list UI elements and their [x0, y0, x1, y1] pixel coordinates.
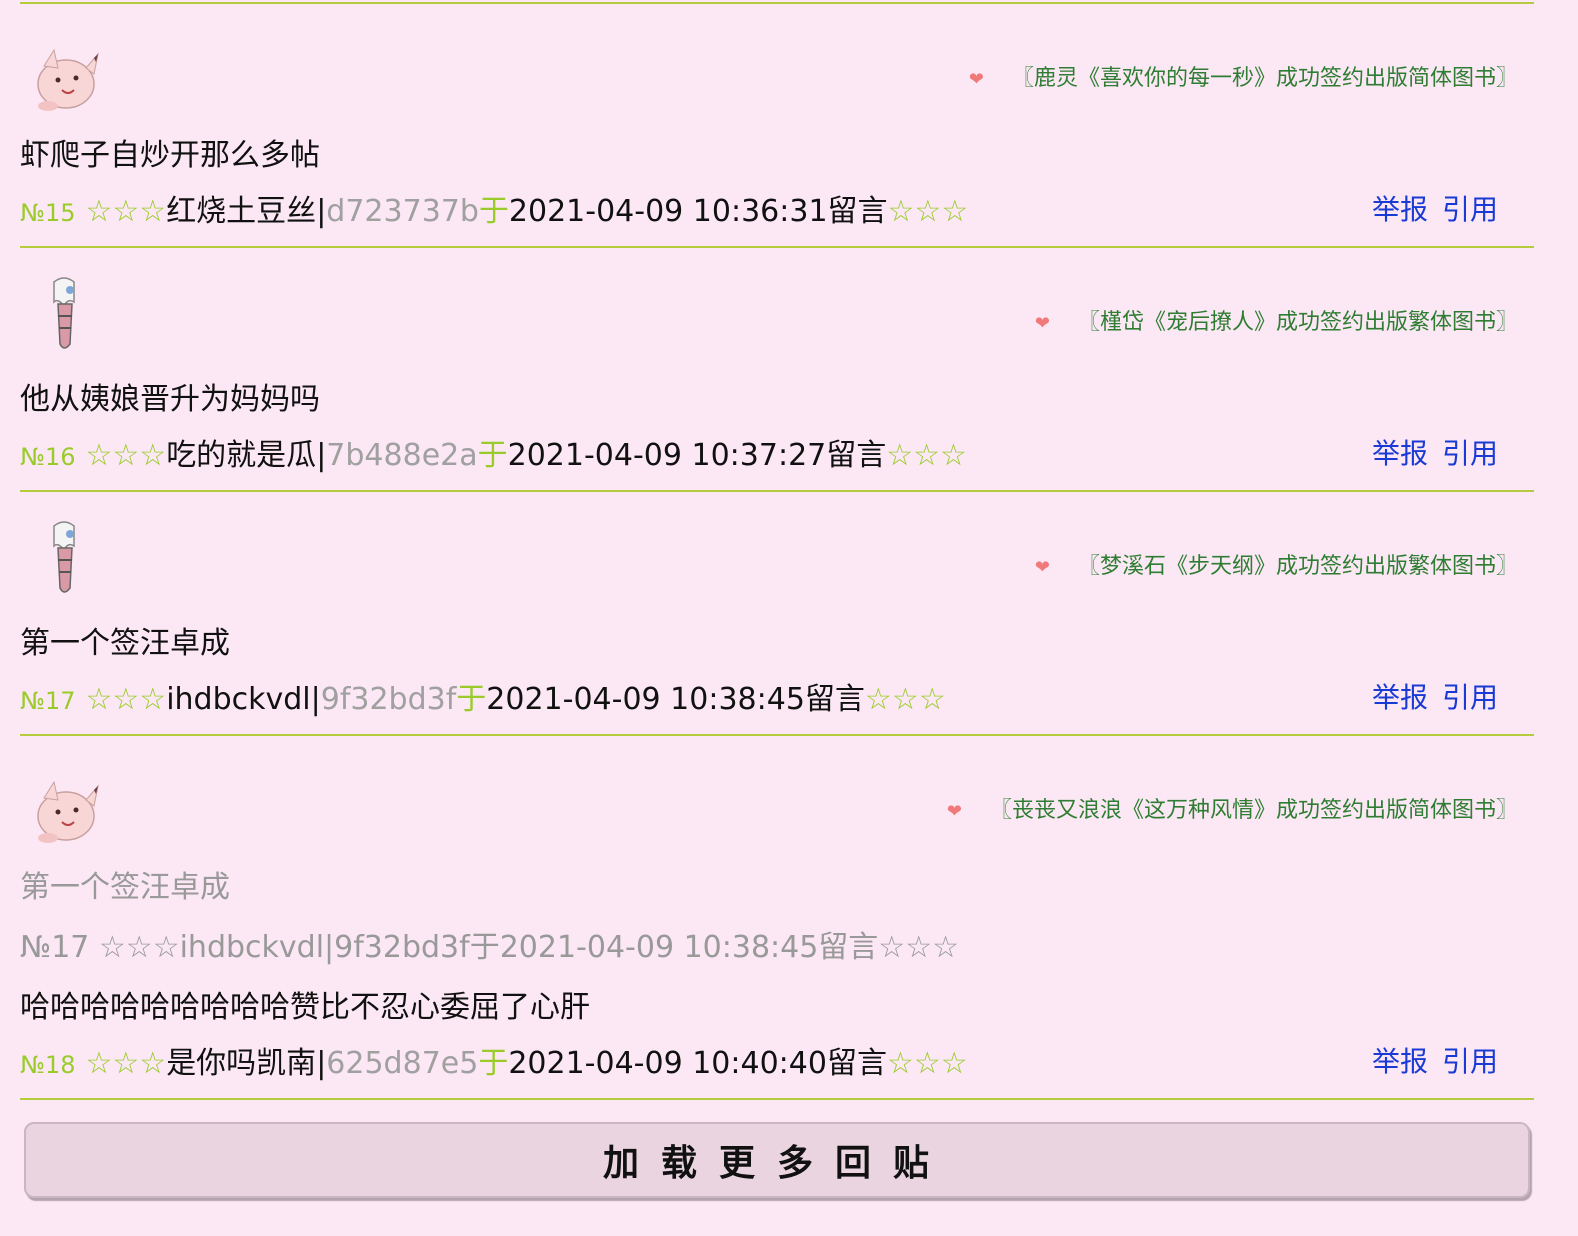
post-meta: №15 ☆☆☆红烧土豆丝|d723737b于2021-04-09 10:36:31… [20, 186, 968, 230]
post-content: 他从姨娘晋升为妈妈吗 [20, 382, 320, 417]
stars-left: ☆☆☆ [85, 1046, 167, 1081]
signature: ❤ 〖槿岱《宠后撩人》成功签约出版繁体图书〗 [1035, 304, 1518, 336]
stars-left: ☆☆☆ [85, 194, 167, 229]
post-actions: 举报 引用 [1358, 676, 1498, 716]
quote-link[interactable]: 引用 [1442, 681, 1498, 714]
post-number: №18 [20, 1051, 76, 1079]
message-suffix: 留言 [826, 1046, 887, 1081]
post-meta: №16 ☆☆☆吃的就是瓜|7b488e2a于2021-04-09 10:37:27… [20, 430, 967, 474]
user-id: d723737b [326, 194, 479, 229]
at-label: 于 [478, 194, 509, 229]
at-label: 于 [456, 682, 487, 717]
post-time: 2021-04-09 10:36:31 [508, 194, 828, 229]
post-time: 2021-04-09 10:40:40 [508, 1046, 827, 1081]
signature: ❤ 〖鹿灵《喜欢你的每一秒》成功签约出版简体图书〗 [969, 60, 1518, 92]
signature-text: 〖梦溪石《步天纲》成功签约出版繁体图书〗 [1077, 554, 1518, 579]
signature: ❤ 〖丧丧又浪浪《这万种风情》成功签约出版简体图书〗 [947, 792, 1518, 824]
post-meta: №18 ☆☆☆是你吗凯南|625d87e5于2021-04-09 10:40:40… [20, 1038, 968, 1082]
at-label: 于 [477, 438, 508, 473]
clefairy-avatar-icon [37, 48, 99, 111]
load-more-button[interactable]: 加载更多回贴 [24, 1122, 1530, 1198]
divider [20, 490, 1534, 492]
post-number: №16 [20, 443, 76, 471]
heart-icon: ❤ [1034, 557, 1050, 578]
at-label: 于 [478, 1046, 509, 1081]
post-content: 第一个签汪卓成 [20, 626, 230, 661]
quote-link[interactable]: 引用 [1442, 1045, 1498, 1078]
report-link[interactable]: 举报 [1372, 193, 1428, 226]
signature-text: 〖丧丧又浪浪《这万种风情》成功签约出版简体图书〗 [989, 798, 1518, 823]
message-suffix: 留言 [827, 194, 888, 229]
signature-text: 〖鹿灵《喜欢你的每一秒》成功签约出版简体图书〗 [1011, 66, 1518, 91]
separator: | [316, 438, 327, 473]
divider [20, 2, 1534, 4]
author-name: 是你吗凯南 [166, 1046, 317, 1081]
heart-icon: ❤ [946, 801, 962, 822]
post-content: 哈哈哈哈哈哈哈哈哈赞比不忍心委屈了心肝 [20, 990, 590, 1025]
quoted-meta: №17 ☆☆☆ihdbckvdl|9f32bd3f于2021-04-09 10:… [20, 930, 959, 965]
message-suffix: 留言 [826, 438, 887, 473]
stars-left: ☆☆☆ [85, 682, 167, 717]
ghost-avatar-icon [53, 277, 75, 349]
clefairy-avatar-icon [37, 780, 99, 843]
quoted-content: 第一个签汪卓成 [20, 870, 230, 905]
separator: | [316, 1046, 327, 1081]
post-number: №15 [20, 199, 76, 227]
stars-right: ☆☆☆ [886, 1046, 968, 1081]
user-id: 625d87e5 [326, 1046, 479, 1081]
message-suffix: 留言 [804, 682, 865, 717]
quote-link[interactable]: 引用 [1442, 193, 1498, 226]
report-link[interactable]: 举报 [1372, 681, 1428, 714]
separator: | [316, 194, 327, 229]
post-number: №17 [20, 687, 76, 715]
post-content: 虾爬子自炒开那么多帖 [20, 138, 320, 173]
author-name: 吃的就是瓜 [166, 438, 317, 473]
signature-text: 〖槿岱《宠后撩人》成功签约出版繁体图书〗 [1077, 310, 1518, 335]
stars-right: ☆☆☆ [886, 438, 967, 473]
post-meta: №17 ☆☆☆ihdbckvdl|9f32bd3f于2021-04-09 10:3… [20, 674, 946, 718]
stars-right: ☆☆☆ [864, 682, 946, 717]
divider [20, 1098, 1534, 1100]
post-time: 2021-04-09 10:38:45 [486, 682, 805, 717]
author-name: ihdbckvdl [166, 682, 311, 717]
user-id: 9f32bd3f [320, 682, 457, 717]
user-id: 7b488e2a [326, 438, 478, 473]
post-actions: 举报 引用 [1358, 188, 1498, 228]
heart-icon: ❤ [968, 69, 984, 90]
report-link[interactable]: 举报 [1372, 437, 1428, 470]
separator: | [310, 682, 321, 717]
stars-right: ☆☆☆ [887, 194, 969, 229]
post-actions: 举报 引用 [1358, 1040, 1498, 1080]
quote-link[interactable]: 引用 [1442, 437, 1498, 470]
post-actions: 举报 引用 [1358, 432, 1498, 472]
stars-left: ☆☆☆ [85, 438, 167, 473]
divider [20, 246, 1534, 248]
divider [20, 734, 1534, 736]
post-time: 2021-04-09 10:37:27 [507, 438, 827, 473]
signature: ❤ 〖梦溪石《步天纲》成功签约出版繁体图书〗 [1035, 548, 1518, 580]
author-name: 红烧土豆丝 [166, 194, 317, 229]
report-link[interactable]: 举报 [1372, 1045, 1428, 1078]
ghost-avatar-icon [53, 521, 75, 593]
heart-icon: ❤ [1034, 313, 1050, 334]
reply-list-page: ❤ 〖鹿灵《喜欢你的每一秒》成功签约出版简体图书〗 虾爬子自炒开那么多帖 №15 ☆… [0, 0, 1578, 1236]
